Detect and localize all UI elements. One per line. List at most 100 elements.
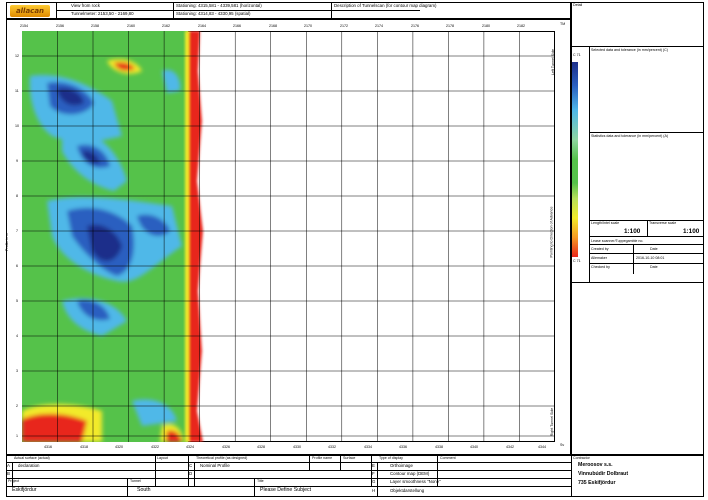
subject-label: Title: [257, 479, 264, 483]
length-scale-label: Length/Intel scale: [591, 221, 620, 225]
contractor-line2: Vinnubúdir Dolbraut: [578, 471, 629, 477]
row-b-code3: F: [372, 471, 375, 476]
left-tick: 11: [15, 89, 19, 93]
top-tick: 2160: [127, 24, 135, 28]
contractor-label: Contractor: [573, 456, 590, 460]
top-tick: 2178: [446, 24, 454, 28]
row-d-display: Objektdarstellung: [390, 488, 425, 493]
left-tunnel-side-label: Left Tunnel Side: [550, 49, 555, 75]
bottom-tick: 4334: [364, 445, 372, 449]
top-tick: 2172: [340, 24, 348, 28]
project-label: Project: [8, 479, 20, 483]
scale-bottom-label: C 71: [573, 259, 581, 263]
layout-header: Layout: [157, 456, 168, 460]
top-tick: 2182: [517, 24, 525, 28]
corner-sv-label: Sv: [560, 443, 565, 447]
top-tick: 2162: [162, 24, 170, 28]
bottom-tick: 4320: [115, 445, 123, 449]
contour-map: [22, 31, 555, 442]
left-tick: 8: [16, 194, 18, 198]
edge-red-band: [189, 31, 203, 442]
bottom-tick: 4344: [538, 445, 546, 449]
right-tunnel-side-label: Right Tunnel Side: [550, 407, 555, 437]
row-a-display: Orthoimage: [390, 463, 413, 468]
row-a-code3: E: [372, 463, 375, 468]
row-a-theoretical: Nominal Profile: [200, 463, 230, 468]
subject-value: Please Define Subject: [260, 487, 312, 493]
left-tick: 3: [16, 369, 18, 373]
row-a-code: A: [7, 463, 10, 468]
bottom-tick: 4340: [470, 445, 478, 449]
left-tick: 10: [15, 124, 19, 128]
row-c-code3: G: [372, 479, 376, 484]
left-axis-label: Profile in m: [4, 233, 9, 251]
theoretical-profile-header: Theoretical profile (as designed): [196, 456, 248, 460]
top-tick: 2154: [20, 24, 28, 28]
left-tick: 9: [16, 159, 18, 163]
bottom-tick: 4342: [506, 445, 514, 449]
bottom-tick: 4328: [257, 445, 265, 449]
corner-tm-label: TM: [560, 22, 566, 26]
checked-by-label: Checked by: [591, 265, 610, 269]
lease-scanner-label: Lease scanner/Tuppegamble no.: [591, 239, 644, 243]
row-a-actual: declaration: [18, 463, 40, 468]
left-tick: 7: [16, 229, 18, 233]
left-tick: 6: [16, 264, 18, 268]
top-tick: 2170: [304, 24, 312, 28]
row-c-display: Layer smoothness "None": [390, 479, 441, 484]
date-label: Allemaker: [591, 256, 607, 260]
stationing-spatial: Stationing: 4314,83 - 4330,95 (spatial): [176, 11, 251, 16]
project-value: Eskifjördur: [12, 487, 37, 493]
row-b-code2: D: [189, 471, 193, 476]
transverse-scale-value: 1:100: [683, 228, 700, 235]
left-tick: 4: [16, 334, 18, 338]
scale-top-label: C 71: [573, 53, 581, 57]
bottom-tick: 4324: [186, 445, 194, 449]
left-tick: 12: [15, 54, 19, 58]
top-tick: 2180: [482, 24, 490, 28]
bottom-tick: 4336: [399, 445, 407, 449]
bottom-tick: 4318: [80, 445, 88, 449]
row-a-code2: C: [189, 463, 193, 468]
bottom-tick: 4326: [222, 445, 230, 449]
bottom-tick: 4338: [435, 445, 443, 449]
length-scale-value: 1:100: [624, 228, 641, 235]
left-tick: 2: [16, 404, 18, 408]
stationing-horizontal: Stationing: 4315,581 - 4339,581 (horizon…: [176, 3, 262, 8]
contractor-line1: Meroosov s.s.: [578, 462, 613, 468]
row-b-display: Contour map (DEM): [390, 471, 430, 476]
top-tick: 2176: [411, 24, 419, 28]
direction-label: Pointing to Direction of Advance: [549, 206, 554, 258]
tunnel-label: Tunnel: [130, 479, 141, 483]
view-label: View from rock: [71, 3, 100, 8]
top-tick: 2156: [56, 24, 64, 28]
top-tick: 2174: [375, 24, 383, 28]
scale-title: Selected data and tolerance (in mm/perce…: [591, 48, 668, 52]
bottom-tick: 4330: [293, 445, 301, 449]
company-logo: allacan: [10, 5, 50, 17]
checked-by-value: Date: [650, 265, 658, 269]
row-d-code3: H: [372, 488, 376, 493]
contractor-line3: 735 Eskifjördur: [578, 480, 616, 486]
row-b-code: B: [7, 471, 10, 476]
bottom-tick: 4322: [151, 445, 159, 449]
bottom-tick: 4316: [44, 445, 52, 449]
display-type-header: Type of display: [379, 456, 403, 460]
transverse-scale-label: Transverse scale: [649, 221, 677, 225]
top-tick: 2164: [198, 24, 206, 28]
bottom-tick: 4332: [328, 445, 336, 449]
actual-surface-header: Actual surface (actual): [14, 456, 50, 460]
detail-label: Detail: [573, 3, 583, 7]
date-value: 2016-10-10 08:01: [636, 256, 665, 260]
left-tick: 5: [16, 299, 18, 303]
tunnelmeter-range: Tunnelmeter: 2153,50 - 2169,80: [71, 11, 134, 16]
created-by-label: Created by: [591, 247, 609, 251]
description-title: Description of Tunnelscan (for contour m…: [334, 3, 437, 8]
legend-title: Statistics data and tolerance (in mm/per…: [591, 134, 669, 138]
color-scale-bar: [572, 62, 578, 257]
tunnel-value: South: [137, 487, 151, 493]
profile-name-header: Profile name: [312, 456, 333, 460]
created-by-value: Date: [650, 247, 658, 251]
comment-header: Comment: [440, 456, 456, 460]
top-tick: 2158: [91, 24, 99, 28]
